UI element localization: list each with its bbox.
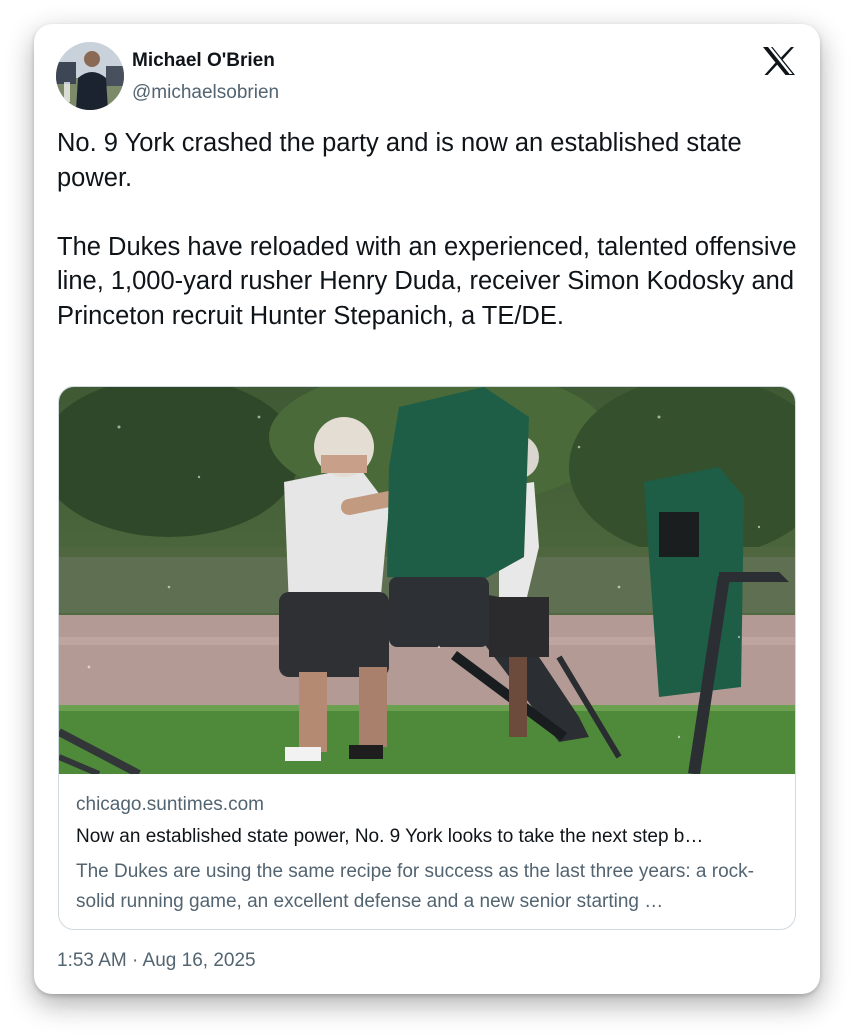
tweet-paragraph: The Dukes have reloaded with an experien… <box>57 232 797 330</box>
link-preview-image[interactable] <box>59 387 795 778</box>
tweet-card: Michael O'Brien @michaelsobrien No. 9 Yo… <box>34 24 820 994</box>
link-preview-card[interactable]: chicago.suntimes.com Now an established … <box>58 386 796 930</box>
x-logo-icon[interactable] <box>762 46 796 76</box>
avatar[interactable] <box>56 42 124 110</box>
tweet-text: No. 9 York crashed the party and is now … <box>57 126 799 333</box>
link-description: The Dukes are using the same recipe for … <box>76 861 754 912</box>
link-title: Now an established state power, No. 9 Yo… <box>76 826 704 847</box>
author-handle[interactable]: @michaelsobrien <box>132 82 279 104</box>
tweet-paragraph: No. 9 York crashed the party and is now … <box>57 129 742 192</box>
author-name[interactable]: Michael O'Brien <box>132 50 275 72</box>
avatar-photo <box>56 42 124 110</box>
tweet-timestamp[interactable]: 1:53 AM · Aug 16, 2025 <box>57 950 256 972</box>
link-domain: chicago.suntimes.com <box>76 794 264 815</box>
